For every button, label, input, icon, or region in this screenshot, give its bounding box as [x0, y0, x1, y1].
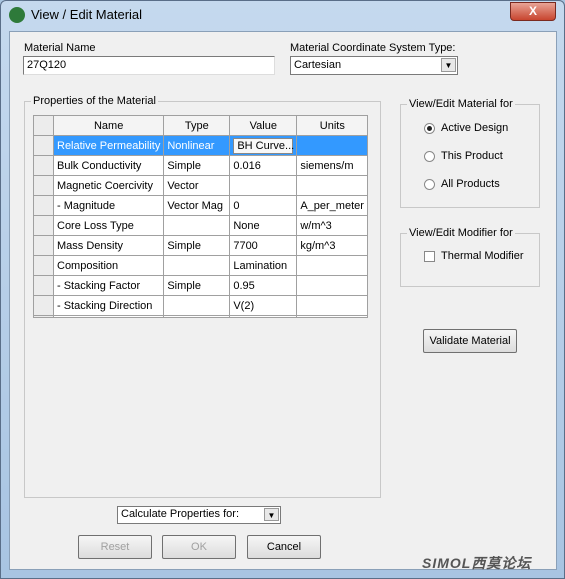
cell-units[interactable]: kg/m^3: [296, 235, 369, 256]
cell-units[interactable]: w/m^3: [296, 215, 369, 236]
cell-name[interactable]: Mass Density: [52, 235, 165, 256]
radio-label: All Products: [441, 178, 500, 190]
cell-units[interactable]: [296, 275, 369, 296]
ok-button[interactable]: OK: [162, 535, 236, 559]
material-name-input[interactable]: 27Q120: [23, 56, 275, 75]
cell-type[interactable]: Simple: [163, 155, 231, 176]
cell-type[interactable]: Simple: [163, 235, 231, 256]
cell-type[interactable]: [163, 215, 231, 236]
cell-name[interactable]: - Magnitude: [52, 195, 165, 216]
close-button[interactable]: X: [510, 2, 556, 21]
cell-value[interactable]: 0: [229, 195, 298, 216]
cell-units[interactable]: [296, 295, 369, 316]
table-row[interactable]: Core Loss Type None w/m^3: [33, 215, 369, 236]
cancel-button[interactable]: Cancel: [247, 535, 321, 559]
app-logo-icon: [9, 7, 25, 23]
cell-type[interactable]: Vector: [163, 175, 231, 196]
cell-value[interactable]: Lamination: [229, 255, 298, 276]
cell: [229, 315, 298, 318]
column-header-name[interactable]: Name: [52, 115, 165, 136]
coord-system-label: Material Coordinate System Type:: [290, 42, 456, 54]
view-for-label: View/Edit Material for: [407, 98, 515, 110]
radio-label: Active Design: [441, 122, 509, 134]
cell-value[interactable]: None: [229, 215, 298, 236]
table-row[interactable]: Relative Permeability Nonlinear BH Curve..…: [33, 135, 369, 156]
cell-value[interactable]: 0.95: [229, 275, 298, 296]
material-name-label: Material Name: [24, 42, 96, 54]
cell-name[interactable]: Relative Permeability: [52, 135, 165, 156]
cell-name[interactable]: Composition: [52, 255, 165, 276]
cell: [296, 315, 369, 318]
cell-units[interactable]: [296, 175, 369, 196]
row-header[interactable]: [33, 235, 54, 256]
table-row-empty: [33, 315, 369, 318]
row-header[interactable]: [33, 155, 54, 176]
cell-value[interactable]: [229, 175, 298, 196]
table-row[interactable]: - Stacking Factor Simple 0.95: [33, 275, 369, 296]
cell: [52, 315, 165, 318]
row-header[interactable]: [33, 135, 54, 156]
bh-curve-button[interactable]: BH Curve...: [233, 137, 294, 154]
cell-type[interactable]: Nonlinear: [163, 135, 231, 156]
radio-this-product[interactable]: [424, 151, 435, 162]
row-header[interactable]: [33, 215, 54, 236]
properties-group-label: Properties of the Material: [31, 95, 158, 107]
cell-value[interactable]: 0.016: [229, 155, 298, 176]
cell-value[interactable]: V(2): [229, 295, 298, 316]
cell-value[interactable]: 7700: [229, 235, 298, 256]
window-title: View / Edit Material: [31, 7, 143, 22]
coord-system-value: Cartesian: [294, 59, 342, 71]
row-header[interactable]: [33, 175, 54, 196]
table-row[interactable]: - Magnitude Vector Mag 0 A_per_meter: [33, 195, 369, 216]
cell-units[interactable]: A_per_meter: [296, 195, 369, 216]
properties-table: Name Type Value Units Relative Permeabil…: [33, 115, 369, 318]
table-row[interactable]: - Stacking Direction V(2): [33, 295, 369, 316]
calculate-properties-dropdown[interactable]: Calculate Properties for: ▼: [117, 506, 281, 524]
cell: [163, 315, 231, 318]
cell-type[interactable]: [163, 255, 231, 276]
row-header[interactable]: [33, 275, 54, 296]
row-header: [33, 315, 54, 318]
corner-cell: [33, 115, 54, 136]
cell-type[interactable]: Vector Mag: [163, 195, 231, 216]
column-header-value[interactable]: Value: [229, 115, 298, 136]
thermal-modifier-checkbox[interactable]: [424, 251, 435, 262]
cell-type[interactable]: Simple: [163, 275, 231, 296]
radio-all-products[interactable]: [424, 179, 435, 190]
cell-units[interactable]: siemens/m: [296, 155, 369, 176]
table-row[interactable]: Magnetic Coercivity Vector: [33, 175, 369, 196]
radio-label: This Product: [441, 150, 503, 162]
calculate-properties-value: Calculate Properties for:: [121, 508, 239, 520]
row-header[interactable]: [33, 295, 54, 316]
table-row[interactable]: Bulk Conductivity Simple 0.016 siemens/m: [33, 155, 369, 176]
validate-material-button[interactable]: Validate Material: [423, 329, 517, 353]
row-header[interactable]: [33, 195, 54, 216]
thermal-modifier-label: Thermal Modifier: [441, 250, 524, 262]
table-row[interactable]: Mass Density Simple 7700 kg/m^3: [33, 235, 369, 256]
chevron-down-icon: ▼: [264, 508, 279, 521]
cell-name[interactable]: - Stacking Direction: [52, 295, 165, 316]
modifier-label: View/Edit Modifier for: [407, 227, 515, 239]
radio-active-design[interactable]: [424, 123, 435, 134]
cell-value[interactable]: BH Curve...: [229, 135, 298, 156]
cell-name[interactable]: Magnetic Coercivity: [52, 175, 165, 196]
watermark: SIMOL西莫论坛: [422, 555, 532, 571]
cell-units[interactable]: [296, 135, 369, 156]
row-header[interactable]: [33, 255, 54, 276]
cell-name[interactable]: Core Loss Type: [52, 215, 165, 236]
table-row[interactable]: Composition Lamination: [33, 255, 369, 276]
reset-button[interactable]: Reset: [78, 535, 152, 559]
cell-name[interactable]: Bulk Conductivity: [52, 155, 165, 176]
cell-units[interactable]: [296, 255, 369, 276]
column-header-units[interactable]: Units: [296, 115, 369, 136]
column-header-type[interactable]: Type: [163, 115, 231, 136]
coord-system-dropdown[interactable]: Cartesian ▼: [290, 56, 458, 75]
cell-type[interactable]: [163, 295, 231, 316]
chevron-down-icon: ▼: [441, 58, 456, 72]
cell-name[interactable]: - Stacking Factor: [52, 275, 165, 296]
